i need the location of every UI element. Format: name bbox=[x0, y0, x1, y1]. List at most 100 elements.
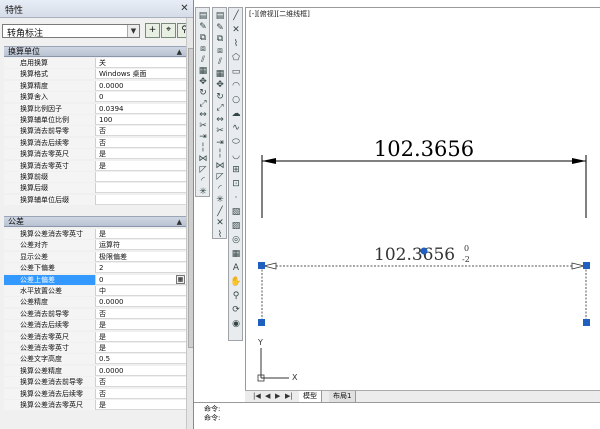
array-icon[interactable]: ▦ bbox=[214, 68, 226, 80]
insert-block-icon[interactable]: ⊞ bbox=[230, 164, 242, 176]
copy-icon[interactable]: ⧉ bbox=[214, 33, 226, 45]
property-row[interactable]: 显示公差 极限偏差 bbox=[4, 251, 186, 262]
tab-nav-first-icon[interactable]: |◀ bbox=[253, 391, 261, 402]
polyline-icon[interactable]: ⌇ bbox=[214, 229, 226, 241]
stretch-icon[interactable]: ⇔ bbox=[214, 114, 226, 126]
property-row[interactable]: 换算公差精度 0.0000 bbox=[4, 365, 186, 376]
property-row[interactable]: 公差下偏差 2 bbox=[4, 263, 186, 274]
property-value[interactable]: 极限偏差 bbox=[99, 252, 185, 262]
property-row[interactable]: 换算公差消去零英寸是 bbox=[4, 229, 186, 239]
tab-model[interactable]: 模型 bbox=[299, 391, 322, 402]
spline-icon[interactable]: ∿ bbox=[230, 122, 242, 134]
grip-right-ext[interactable] bbox=[583, 262, 590, 269]
property-row[interactable]: 公差消去前导零否 bbox=[4, 308, 186, 319]
property-row[interactable]: 公差文字高度 0.5 bbox=[4, 354, 186, 365]
property-row[interactable]: 公差精度 0.0000 bbox=[4, 297, 186, 308]
scrollbar-thumb[interactable] bbox=[188, 48, 193, 348]
property-value[interactable] bbox=[99, 172, 185, 182]
property-value[interactable] bbox=[99, 183, 185, 193]
match-prop-icon[interactable]: ✎ bbox=[214, 22, 226, 34]
toggle-pickadd-button[interactable]: + bbox=[145, 23, 160, 38]
grip-right-origin[interactable] bbox=[583, 319, 590, 326]
property-row[interactable]: 换算消去零英寸是 bbox=[4, 160, 186, 171]
grip-text[interactable] bbox=[420, 247, 428, 255]
property-row[interactable]: 换算后缀 bbox=[4, 183, 186, 194]
circle-icon[interactable]: ○ bbox=[230, 94, 242, 106]
join-icon[interactable]: ⋈ bbox=[214, 160, 226, 172]
make-block-icon[interactable]: ⊡ bbox=[230, 178, 242, 190]
tab-layout1[interactable]: 布局1 bbox=[329, 391, 357, 402]
move-icon[interactable]: ✥ bbox=[214, 79, 226, 91]
polyline-icon[interactable]: ⌇ bbox=[230, 38, 242, 50]
section-header-alt-units[interactable]: 换算单位 ▲ bbox=[4, 46, 186, 57]
zoom-icon[interactable]: ⚲ bbox=[230, 290, 242, 302]
ellipse-arc-icon[interactable]: ◡ bbox=[230, 150, 242, 162]
property-row[interactable]: 换算公差消去后续零否 bbox=[4, 388, 186, 399]
calculator-icon[interactable]: ▦ bbox=[176, 274, 185, 284]
property-value[interactable]: 是 bbox=[99, 332, 185, 342]
property-row[interactable]: 换算舍入 0 bbox=[4, 92, 186, 103]
orbit-icon[interactable]: ⟳ bbox=[230, 304, 242, 316]
select-objects-button[interactable]: ⌖ bbox=[161, 23, 176, 38]
property-value[interactable]: 是 bbox=[99, 149, 185, 159]
property-value[interactable]: 否 bbox=[99, 126, 185, 136]
property-value[interactable]: 0.0000 bbox=[99, 81, 185, 91]
palette-title-bar[interactable]: 特性 ✕ bbox=[0, 0, 193, 18]
property-value[interactable]: 是 bbox=[99, 161, 185, 171]
break-icon[interactable]: ╎ bbox=[214, 148, 226, 160]
trim-icon[interactable]: ✂ bbox=[214, 125, 226, 137]
property-row[interactable]: 换算辅单位比例 100 bbox=[4, 115, 186, 125]
revcloud-icon[interactable]: ☁ bbox=[230, 108, 242, 120]
property-value[interactable]: 关 bbox=[99, 58, 185, 68]
ellipse-icon[interactable]: ⬭ bbox=[230, 136, 242, 148]
property-row[interactable]: 换算消去前导零否 bbox=[4, 126, 186, 137]
property-row[interactable]: 公差消去后续零是 bbox=[4, 320, 186, 331]
explode-icon[interactable]: ✳ bbox=[197, 186, 209, 198]
property-row[interactable]: 换算前缀 bbox=[4, 172, 186, 182]
grip-left-ext[interactable] bbox=[258, 262, 265, 269]
property-value[interactable]: 0.0394 bbox=[99, 104, 185, 114]
property-value[interactable]: 否 bbox=[99, 389, 185, 399]
extend-icon[interactable]: ⇥ bbox=[214, 137, 226, 149]
command-line[interactable]: 命令: 命令: bbox=[194, 402, 600, 429]
layer-icon[interactable]: ▤ bbox=[214, 10, 226, 22]
property-value[interactable]: 是 bbox=[99, 400, 185, 410]
property-row[interactable]: 换算公差消去前导零否 bbox=[4, 377, 186, 388]
mirror-icon[interactable]: ⧈ bbox=[214, 45, 226, 57]
polygon-icon[interactable]: ⬠ bbox=[230, 52, 242, 64]
property-row[interactable]: 启用换算关 bbox=[4, 58, 186, 68]
property-value[interactable]: 0.5 bbox=[99, 354, 185, 364]
property-value[interactable]: 否 bbox=[99, 377, 185, 387]
xline-icon[interactable]: ✕ bbox=[230, 24, 242, 36]
region-icon[interactable]: ◎ bbox=[230, 234, 242, 246]
property-row[interactable]: 公差消去零英寸是 bbox=[4, 343, 186, 353]
xline-icon[interactable]: ✕ bbox=[214, 217, 226, 229]
property-row[interactable]: 换算消去后续零否 bbox=[4, 137, 186, 148]
property-value[interactable]: 0 bbox=[99, 275, 185, 285]
object-type-select[interactable]: 转角标注 ▼ bbox=[2, 24, 140, 39]
property-value[interactable]: 运算符 bbox=[99, 240, 185, 250]
property-value[interactable]: 否 bbox=[99, 309, 185, 319]
mtext-icon[interactable]: A bbox=[230, 262, 242, 274]
property-row[interactable]: 公差消去零英尺是 bbox=[4, 331, 186, 342]
property-value[interactable]: 否 bbox=[99, 138, 185, 148]
rotate-icon[interactable]: ↻ bbox=[214, 91, 226, 103]
grip-left-origin[interactable] bbox=[258, 319, 265, 326]
property-row[interactable]: 水平放置公差中 bbox=[4, 286, 186, 296]
property-row[interactable]: 换算消去零英尺是 bbox=[4, 149, 186, 160]
pan-icon[interactable]: ✋ bbox=[230, 276, 242, 288]
property-value[interactable] bbox=[99, 195, 185, 205]
property-value[interactable]: 是 bbox=[99, 343, 185, 353]
property-value[interactable]: 0.0000 bbox=[99, 366, 185, 376]
explode-icon[interactable]: ✳ bbox=[214, 194, 226, 206]
property-value[interactable]: 0.0000 bbox=[99, 297, 185, 307]
property-row[interactable]: 换算公差消去零英尺是 bbox=[4, 400, 186, 410]
dimension-top[interactable]: 102.3656 bbox=[261, 137, 587, 218]
property-value[interactable]: 中 bbox=[99, 286, 185, 296]
arc-icon[interactable]: ◠ bbox=[230, 80, 242, 92]
close-icon[interactable]: ✕ bbox=[178, 2, 191, 15]
property-row[interactable]: 公差上偏差 0 ▦ bbox=[4, 274, 186, 285]
property-row[interactable]: 公差对齐 运算符 bbox=[4, 240, 186, 251]
property-row[interactable]: 换算格式 Windows 桌面 bbox=[4, 69, 186, 80]
palette-scrollbar[interactable] bbox=[186, 18, 193, 429]
